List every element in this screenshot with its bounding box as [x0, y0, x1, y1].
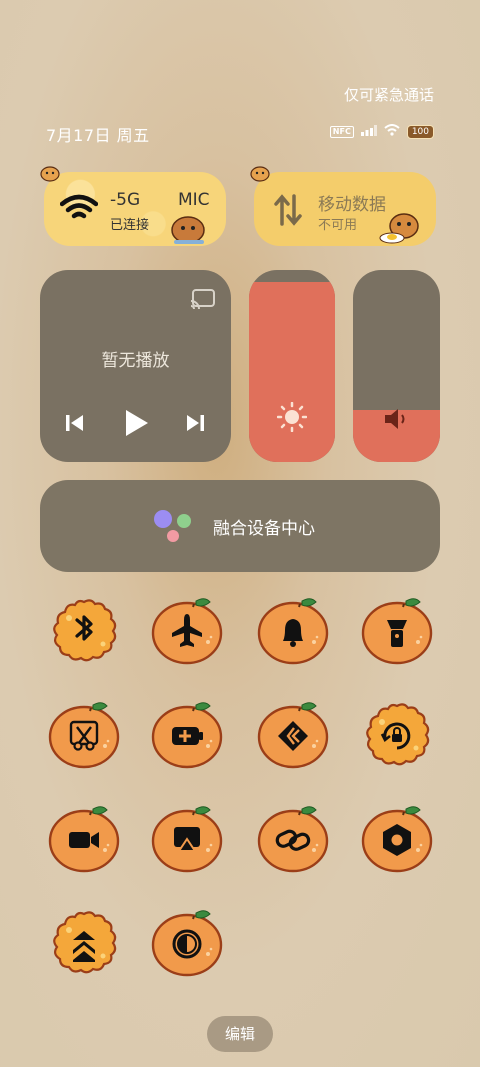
toggle-nfc[interactable] — [256, 696, 330, 770]
fusion-dots-icon — [152, 508, 196, 548]
fusion-device-center[interactable]: 融合设备中心 — [40, 480, 440, 572]
speaker-icon — [383, 406, 409, 436]
mascot-sticker-icon — [378, 206, 424, 250]
dark-mode-icon — [172, 929, 202, 959]
battery-icon: 100 — [406, 124, 434, 139]
date-text: 7月17日 周五 — [46, 126, 150, 145]
bee-sticker-icon — [250, 164, 270, 186]
data-arrows-icon — [274, 194, 302, 230]
toggle-flashlight[interactable] — [360, 592, 434, 666]
battery-plus-icon — [172, 727, 203, 745]
wifi-status: 已连接 — [110, 218, 150, 233]
cast-icon[interactable] — [190, 288, 216, 314]
toggle-ring[interactable] — [256, 592, 330, 666]
media-status-text: 暂无播放 — [101, 351, 170, 371]
volume-slider[interactable] — [353, 270, 440, 462]
edit-button[interactable]: 编辑 — [207, 1016, 273, 1052]
previous-track-icon[interactable] — [64, 412, 86, 438]
media-player-tile[interactable]: 暂无播放 — [40, 270, 231, 462]
fusion-label: 融合设备中心 — [213, 519, 315, 539]
toggle-link[interactable] — [256, 800, 330, 874]
toggle-battery-saver[interactable] — [150, 696, 224, 770]
mascot-sticker-icon — [168, 206, 212, 252]
wifi-status-icon — [384, 124, 400, 139]
emergency-call-text: 仅可紧急通话 — [343, 86, 434, 104]
brightness-slider[interactable] — [249, 270, 335, 462]
status-icons: NFC 100 — [329, 124, 434, 139]
nfc-status-icon: NFC — [329, 125, 354, 138]
wifi-network-name: -5G — [110, 190, 141, 210]
toggle-screen-cast[interactable] — [150, 800, 224, 874]
toggle-dark-mode[interactable] — [150, 904, 224, 978]
play-icon[interactable] — [122, 408, 150, 442]
toggle-bluetooth[interactable] — [47, 592, 121, 666]
toggle-performance[interactable] — [47, 904, 121, 978]
toggle-screen-record[interactable] — [47, 800, 121, 874]
bee-sticker-icon — [40, 164, 60, 186]
signal-icon — [360, 124, 377, 139]
mobile-data-tile[interactable]: 移动数据 不可用 — [254, 172, 436, 246]
next-track-icon[interactable] — [184, 412, 206, 438]
mobile-data-status: 不可用 — [318, 218, 358, 233]
mobile-data-title: 移动数据 — [318, 195, 386, 215]
wifi-tile[interactable]: -5G MIC 已连接 — [44, 172, 226, 246]
toggle-screenshot[interactable] — [47, 696, 121, 770]
toggle-rotation-lock[interactable] — [360, 696, 434, 770]
wifi-icon — [59, 194, 99, 228]
toggle-airplane[interactable] — [150, 592, 224, 666]
toggle-settings[interactable] — [360, 800, 434, 874]
sun-icon — [276, 401, 308, 436]
